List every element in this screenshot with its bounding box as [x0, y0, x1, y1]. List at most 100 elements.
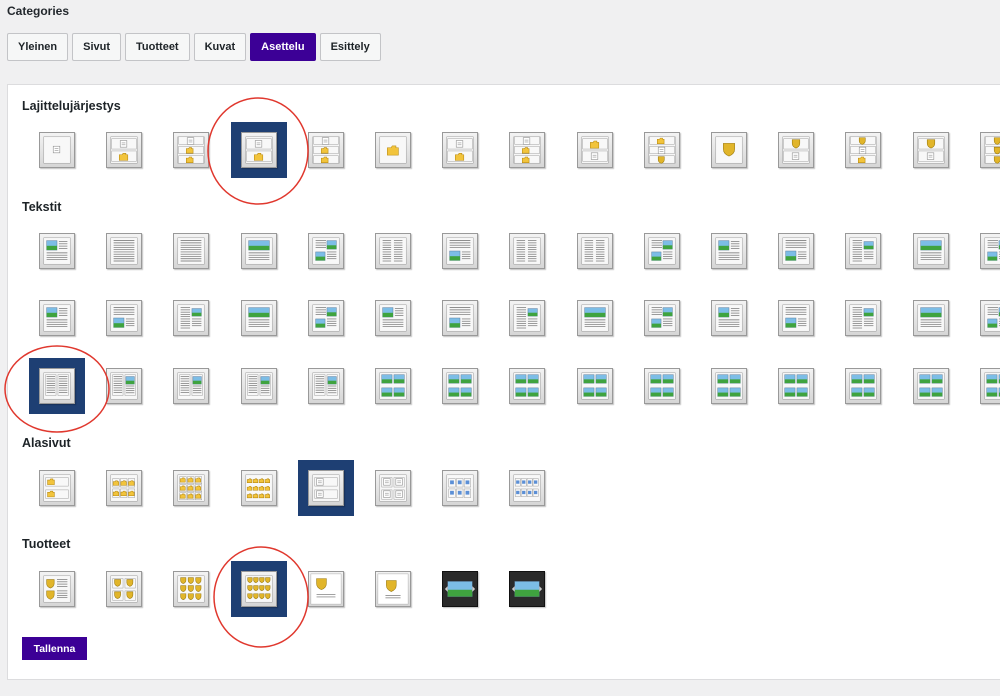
tab-sivut[interactable]: Sivut [72, 33, 122, 61]
text-img-r2-layout-icon[interactable] [375, 300, 411, 336]
layout-option-texts-0-3[interactable] [231, 223, 287, 279]
shield-card-layout-icon[interactable] [308, 571, 344, 607]
layout-option-sorting-0-12[interactable] [835, 122, 891, 178]
layout-option-texts-1-14[interactable] [970, 290, 1000, 346]
img-text-r11-layout-icon[interactable] [980, 300, 1000, 336]
img-text-r6-layout-icon[interactable] [644, 300, 680, 336]
shield-grid4-layout-icon[interactable] [241, 571, 277, 607]
text-img2-layout-icon[interactable] [711, 233, 747, 269]
icon-folder-layout-icon[interactable] [106, 132, 142, 168]
img-text-layout-icon[interactable] [39, 233, 75, 269]
layout-option-texts-1-11[interactable] [768, 290, 824, 346]
grid2imgb-layout-icon[interactable] [173, 368, 209, 404]
folder-grid3-layout-icon[interactable] [106, 470, 142, 506]
img-pair-layout-icon[interactable] [644, 233, 680, 269]
layout-option-texts-2-10[interactable] [701, 358, 757, 414]
layout-option-texts-2-8[interactable] [567, 358, 623, 414]
layout-option-products-0-4[interactable] [298, 561, 354, 617]
layout-option-texts-1-10[interactable] [701, 290, 757, 346]
layout-option-texts-2-5[interactable] [365, 358, 421, 414]
layout-option-texts-2-14[interactable] [970, 358, 1000, 414]
grid4imgh-layout-icon[interactable] [845, 368, 881, 404]
layout-option-texts-1-6[interactable] [432, 290, 488, 346]
layout-option-texts-0-12[interactable] [835, 223, 891, 279]
icon-grid2-layout-icon[interactable] [375, 470, 411, 506]
tab-yleinen[interactable]: Yleinen [7, 33, 69, 61]
img-text-layout-icon[interactable] [241, 233, 277, 269]
layout-option-subpages-0-7[interactable] [499, 460, 555, 516]
textcol2-layout-icon[interactable] [375, 233, 411, 269]
layout-option-texts-0-5[interactable] [365, 223, 421, 279]
layout-option-products-0-1[interactable] [96, 561, 152, 617]
layout-option-texts-1-4[interactable] [298, 290, 354, 346]
layout-option-sorting-0-4[interactable] [298, 122, 354, 178]
layout-option-texts-2-7[interactable] [499, 358, 555, 414]
layout-option-texts-1-12[interactable] [835, 290, 891, 346]
img-text-r8-layout-icon[interactable] [778, 300, 814, 336]
grid4imgi-layout-icon[interactable] [913, 368, 949, 404]
layout-option-texts-1-5[interactable] [365, 290, 421, 346]
layout-option-texts-0-10[interactable] [701, 223, 757, 279]
tab-esittely[interactable]: Esittely [319, 33, 381, 61]
icon-grid3-layout-icon[interactable] [442, 470, 478, 506]
grid2imgd-layout-icon[interactable] [308, 368, 344, 404]
icon-folder3-layout-icon[interactable] [308, 132, 344, 168]
layout-option-texts-0-13[interactable] [903, 223, 959, 279]
layout-option-sorting-0-6[interactable] [432, 122, 488, 178]
layout-option-sorting-0-11[interactable] [768, 122, 824, 178]
text-img-layout-icon[interactable] [308, 233, 344, 269]
shield3-layout-icon[interactable] [980, 132, 1000, 168]
shield-list-layout-icon[interactable] [39, 571, 75, 607]
layout-option-texts-1-0[interactable] [29, 290, 85, 346]
shield-single-layout-icon[interactable] [375, 571, 411, 607]
folder3-layout-icon[interactable] [644, 132, 680, 168]
layout-option-sorting-0-7[interactable] [499, 122, 555, 178]
grid4imge-layout-icon[interactable] [644, 368, 680, 404]
layout-option-sorting-0-3-selected[interactable] [231, 122, 287, 178]
icon-folder-layout-icon[interactable] [442, 132, 478, 168]
grid4imgb-layout-icon[interactable] [442, 368, 478, 404]
img-text-r9-layout-icon[interactable] [845, 300, 881, 336]
layout-option-subpages-0-6[interactable] [432, 460, 488, 516]
text-img-l-layout-icon[interactable] [39, 300, 75, 336]
layout-option-texts-0-2[interactable] [163, 223, 219, 279]
img-text-r10-layout-icon[interactable] [913, 300, 949, 336]
text2-layout-icon[interactable] [173, 233, 209, 269]
grid4imgg-layout-icon[interactable] [778, 368, 814, 404]
layout-option-texts-0-7[interactable] [499, 223, 555, 279]
layout-option-products-0-6[interactable] [432, 561, 488, 617]
layout-option-texts-1-13[interactable] [903, 290, 959, 346]
img-text-grid3-layout-icon[interactable] [980, 233, 1000, 269]
img-text-l-layout-icon[interactable] [106, 300, 142, 336]
grid4img-layout-icon[interactable] [375, 368, 411, 404]
icon-layout-icon[interactable] [39, 132, 75, 168]
layout-option-subpages-0-5[interactable] [365, 460, 421, 516]
icon-shield-layout-icon[interactable] [778, 132, 814, 168]
grid2imgc-layout-icon[interactable] [241, 368, 277, 404]
icon-shield-layout-icon[interactable] [913, 132, 949, 168]
layout-option-texts-1-3[interactable] [231, 290, 287, 346]
layout-option-texts-1-7[interactable] [499, 290, 555, 346]
grid4imgf-layout-icon[interactable] [711, 368, 747, 404]
layout-option-sorting-0-8[interactable] [567, 122, 623, 178]
layout-option-texts-2-3[interactable] [231, 358, 287, 414]
grid4imgd-layout-icon[interactable] [577, 368, 613, 404]
layout-option-sorting-0-5[interactable] [365, 122, 421, 178]
layout-option-sorting-0-0[interactable] [29, 122, 85, 178]
text-img2b-layout-icon[interactable] [778, 233, 814, 269]
icon-list-layout-icon[interactable] [308, 470, 344, 506]
folder-grid4-layout-icon[interactable] [173, 470, 209, 506]
text-img-r-layout-icon[interactable] [308, 300, 344, 336]
img-text-l2-layout-icon[interactable] [173, 300, 209, 336]
img-text-r-layout-icon[interactable] [241, 300, 277, 336]
layout-option-texts-2-9[interactable] [634, 358, 690, 414]
img-text-grid2-layout-icon[interactable] [913, 233, 949, 269]
layout-option-texts-1-2[interactable] [163, 290, 219, 346]
layout-option-texts-0-0[interactable] [29, 223, 85, 279]
shield-grid3-layout-icon[interactable] [173, 571, 209, 607]
tab-kuvat[interactable]: Kuvat [193, 33, 247, 61]
img-textcol-layout-icon[interactable] [442, 233, 478, 269]
layout-option-products-0-3-selected[interactable] [231, 561, 287, 617]
layout-option-texts-1-9[interactable] [634, 290, 690, 346]
textcol2b-layout-icon[interactable] [509, 233, 545, 269]
